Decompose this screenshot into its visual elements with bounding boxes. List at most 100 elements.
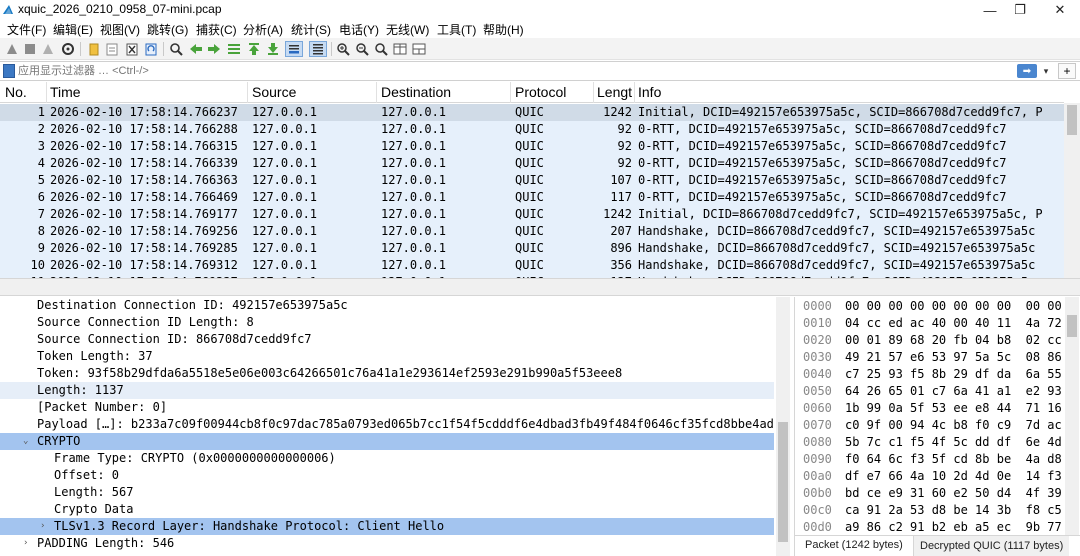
filter-history-dropdown[interactable]: ▾ (1041, 64, 1051, 78)
hex-dump-row[interactable]: 0010 04 cc ed ac 40 00 40 11 4a 72 7 (795, 315, 1080, 332)
pane-splitter[interactable] (0, 278, 1080, 296)
hex-dump-row[interactable]: 0070 c0 9f 00 94 4c b8 f0 c9 7d ac 7 (795, 417, 1080, 434)
detail-tree-item[interactable]: [Packet Number: 0] (0, 399, 774, 416)
column-divider[interactable] (247, 82, 248, 103)
expanded-arrow-icon[interactable]: ⌄ (23, 436, 28, 446)
packet-row[interactable]: 1 2026-02-10 17:58:14.766237 127.0.0.1 127.… (0, 104, 1064, 121)
column-divider[interactable] (593, 82, 594, 103)
packet-row[interactable]: 10 2026-02-10 17:58:14.769312 127.0.0.1 127… (0, 257, 1064, 274)
autoscroll-icon[interactable] (285, 41, 303, 57)
menu-capture[interactable]: 捕获(C) (196, 21, 237, 38)
collapsed-arrow-icon[interactable]: › (40, 521, 45, 531)
menu-statistics[interactable]: 统计(S) (291, 21, 331, 38)
column-header-destination[interactable]: Destination (381, 84, 451, 100)
restart-capture-icon[interactable] (40, 41, 56, 57)
colorize-icon[interactable] (309, 41, 327, 57)
column-header-protocol[interactable]: Protocol (515, 84, 566, 100)
column-header-info[interactable]: Info (638, 84, 661, 100)
menu-help[interactable]: 帮助(H) (483, 21, 524, 38)
column-header-length[interactable]: Lengt (597, 84, 632, 100)
hex-dump-row[interactable]: 00a0 df e7 66 4a 10 2d 4d 0e 14 f3 8 (795, 468, 1080, 485)
apply-filter-button[interactable]: ➡ (1017, 64, 1037, 78)
column-header-time[interactable]: Time (50, 84, 81, 100)
packet-row[interactable]: 4 2026-02-10 17:58:14.766339 127.0.0.1 127.… (0, 155, 1064, 172)
zoom-out-icon[interactable] (354, 41, 370, 57)
column-divider[interactable] (376, 82, 377, 103)
detail-tree-item[interactable]: ⌄ CRYPTO (0, 433, 774, 450)
filter-bookmark-icon[interactable] (3, 64, 15, 78)
capture-options-icon[interactable] (60, 41, 76, 57)
column-divider[interactable] (510, 82, 511, 103)
detail-tree-item[interactable]: Source Connection ID: 866708d7cedd9fc7 (0, 331, 774, 348)
column-header-no[interactable]: No. (5, 84, 27, 100)
save-file-icon[interactable] (104, 41, 120, 57)
first-packet-icon[interactable] (246, 41, 262, 57)
hex-dump-row[interactable]: 00b0 bd ce e9 31 60 e2 50 d4 4f 39 2 (795, 485, 1080, 502)
packet-row[interactable]: 5 2026-02-10 17:58:14.766363 127.0.0.1 127.… (0, 172, 1064, 189)
hex-dump-row[interactable]: 0020 00 01 89 68 20 fb 04 b8 02 cc c (795, 332, 1080, 349)
hex-dump-row[interactable]: 0090 f0 64 6c f3 5f cd 8b be 4a d8 5 (795, 451, 1080, 468)
collapsed-arrow-icon[interactable]: › (23, 538, 28, 548)
go-back-icon[interactable] (188, 41, 204, 57)
hex-dump-row[interactable]: 0040 c7 25 93 f5 8b 29 df da 6a 55 1 (795, 366, 1080, 383)
normal-size-icon[interactable] (373, 41, 389, 57)
menu-view[interactable]: 视图(V) (100, 21, 140, 38)
close-file-icon[interactable] (124, 41, 140, 57)
menu-wireless[interactable]: 无线(W) (386, 21, 429, 38)
detail-tree-item[interactable]: Source Connection ID Length: 8 (0, 314, 774, 331)
close-button[interactable]: ✕ (1042, 0, 1078, 20)
detail-tree-item[interactable]: Length: 567 (0, 484, 774, 501)
hex-dump-row[interactable]: 00d0 a9 86 c2 91 b2 eb a5 ec 9b 77 c (795, 519, 1080, 536)
packet-list-scrollbar[interactable] (1064, 103, 1080, 278)
packet-list-scroll-thumb[interactable] (1067, 105, 1077, 135)
detail-tree-item[interactable]: Token: 93f58b29dfda6a5518e5e06e003c64266… (0, 365, 774, 382)
reload-file-icon[interactable] (143, 41, 159, 57)
open-file-icon[interactable] (86, 41, 102, 57)
hex-dump-row[interactable]: 0060 1b 99 0a 5f 53 ee e8 44 71 16 b (795, 400, 1080, 417)
resize-columns-icon[interactable] (392, 41, 408, 57)
packet-row[interactable]: 9 2026-02-10 17:58:14.769285 127.0.0.1 127.… (0, 240, 1064, 257)
display-filter-input[interactable] (18, 63, 998, 79)
hex-dump-row[interactable]: 0000 00 00 00 00 00 00 00 00 00 00 0 (795, 298, 1080, 315)
detail-tree-item[interactable]: › TLSv1.3 Record Layer: Handshake Protoco… (0, 518, 774, 535)
detail-tree-item[interactable]: Offset: 0 (0, 467, 774, 484)
detail-tree-item[interactable]: Payload […]: b233a7c09f00944cb8f0c97dac7… (0, 416, 774, 433)
menu-analyze[interactable]: 分析(A) (243, 21, 283, 38)
bytes-scrollbar[interactable] (1065, 297, 1079, 537)
column-divider[interactable] (46, 82, 47, 103)
find-packet-icon[interactable] (168, 41, 184, 57)
menu-file[interactable]: 文件(F) (7, 21, 46, 38)
menu-telephony[interactable]: 电话(Y) (339, 21, 379, 38)
menu-tools[interactable]: 工具(T) (437, 21, 476, 38)
zoom-in-icon[interactable] (335, 41, 351, 57)
stop-capture-icon[interactable] (22, 41, 38, 57)
start-capture-icon[interactable] (4, 41, 20, 57)
packet-row[interactable]: 7 2026-02-10 17:58:14.769177 127.0.0.1 127.… (0, 206, 1064, 223)
details-scrollbar[interactable] (776, 297, 790, 556)
bytes-scroll-thumb[interactable] (1067, 315, 1077, 337)
detail-tree-item[interactable]: Frame Type: CRYPTO (0x0000000000000006) (0, 450, 774, 467)
menu-go[interactable]: 跳转(G) (147, 21, 188, 38)
layout-icon[interactable] (411, 41, 427, 57)
menu-edit[interactable]: 编辑(E) (53, 21, 93, 38)
detail-tree-item[interactable]: Crypto Data (0, 501, 774, 518)
packet-row[interactable]: 8 2026-02-10 17:58:14.769256 127.0.0.1 127.… (0, 223, 1064, 240)
hex-dump-row[interactable]: 0080 5b 7c c1 f5 4f 5c dd df 6e 4d b (795, 434, 1080, 451)
packet-row[interactable]: 3 2026-02-10 17:58:14.766315 127.0.0.1 127.… (0, 138, 1064, 155)
detail-tree-item[interactable]: Length: 1137 (0, 382, 774, 399)
go-to-packet-icon[interactable] (226, 41, 242, 57)
hex-dump-row[interactable]: 0050 64 26 65 01 c7 6a 41 a1 e2 93 6 (795, 383, 1080, 400)
detail-tree-item[interactable]: Token Length: 37 (0, 348, 774, 365)
maximize-button[interactable]: ❐ (1002, 0, 1038, 20)
column-header-source[interactable]: Source (252, 84, 296, 100)
last-packet-icon[interactable] (265, 41, 281, 57)
go-forward-icon[interactable] (206, 41, 222, 57)
packet-row[interactable]: 2 2026-02-10 17:58:14.766288 127.0.0.1 127.… (0, 121, 1064, 138)
hex-dump-row[interactable]: 0030 49 21 57 e6 53 97 5a 5c 08 86 6 (795, 349, 1080, 366)
column-divider[interactable] (634, 82, 635, 103)
tab-decrypted-quic[interactable]: Decrypted QUIC (1117 bytes) (913, 536, 1070, 556)
details-scroll-thumb[interactable] (778, 422, 788, 542)
add-filter-button[interactable]: + (1058, 63, 1076, 79)
detail-tree-item[interactable]: › PADDING Length: 546 (0, 535, 774, 552)
packet-row[interactable]: 6 2026-02-10 17:58:14.766469 127.0.0.1 127.… (0, 189, 1064, 206)
